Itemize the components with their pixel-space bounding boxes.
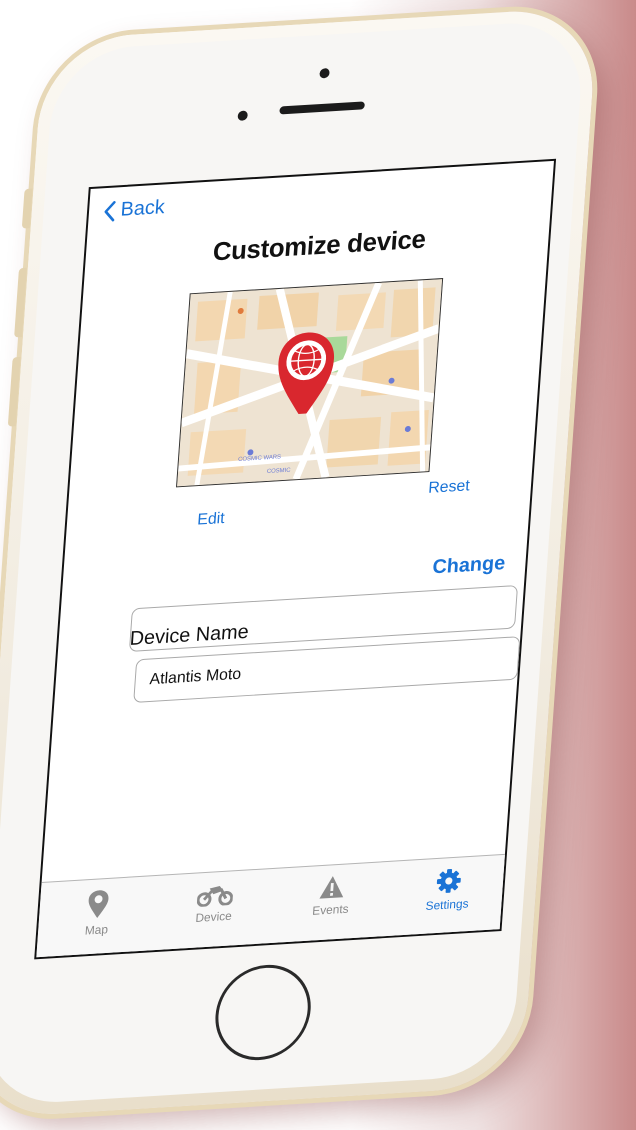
back-button-label: Back bbox=[119, 196, 166, 221]
tab-map-label: Map bbox=[84, 922, 109, 938]
change-link[interactable]: Change bbox=[432, 552, 506, 579]
tab-settings-label: Settings bbox=[425, 896, 470, 913]
warning-icon bbox=[319, 876, 344, 899]
tab-device-label: Device bbox=[194, 908, 233, 925]
page-title: Customize device bbox=[211, 223, 427, 267]
mute-switch bbox=[21, 188, 33, 229]
tab-bar: Map Device Events Settings bbox=[35, 853, 509, 960]
home-button[interactable] bbox=[212, 962, 314, 1063]
phone-shell: Back Customize device COSMIC WARS COSMIC… bbox=[0, 6, 599, 1120]
tab-device[interactable]: Device bbox=[153, 869, 275, 955]
phone-face: Back Customize device COSMIC WARS COSMIC… bbox=[0, 19, 586, 1107]
phone-screen: Back Customize device COSMIC WARS COSMIC… bbox=[34, 158, 557, 960]
phone-mockup: Back Customize device COSMIC WARS COSMIC… bbox=[0, 6, 599, 1120]
proximity-sensor bbox=[237, 110, 248, 121]
motorcycle-icon bbox=[196, 885, 234, 908]
tab-map[interactable]: Map bbox=[36, 876, 158, 959]
tab-events-label: Events bbox=[311, 901, 350, 918]
edit-link[interactable]: Edit bbox=[197, 510, 225, 529]
tab-settings[interactable]: Settings bbox=[386, 855, 508, 941]
map-image: COSMIC WARS COSMIC bbox=[177, 279, 443, 487]
back-button[interactable]: Back bbox=[102, 196, 166, 223]
earpiece-speaker bbox=[279, 101, 365, 115]
map-preview[interactable]: COSMIC WARS COSMIC bbox=[176, 278, 444, 488]
gear-icon bbox=[436, 868, 461, 893]
reset-link[interactable]: Reset bbox=[428, 477, 471, 497]
map-pin-icon bbox=[88, 890, 109, 919]
front-camera bbox=[319, 68, 330, 79]
tab-events[interactable]: Events bbox=[270, 862, 392, 948]
chevron-left-icon bbox=[104, 200, 116, 221]
